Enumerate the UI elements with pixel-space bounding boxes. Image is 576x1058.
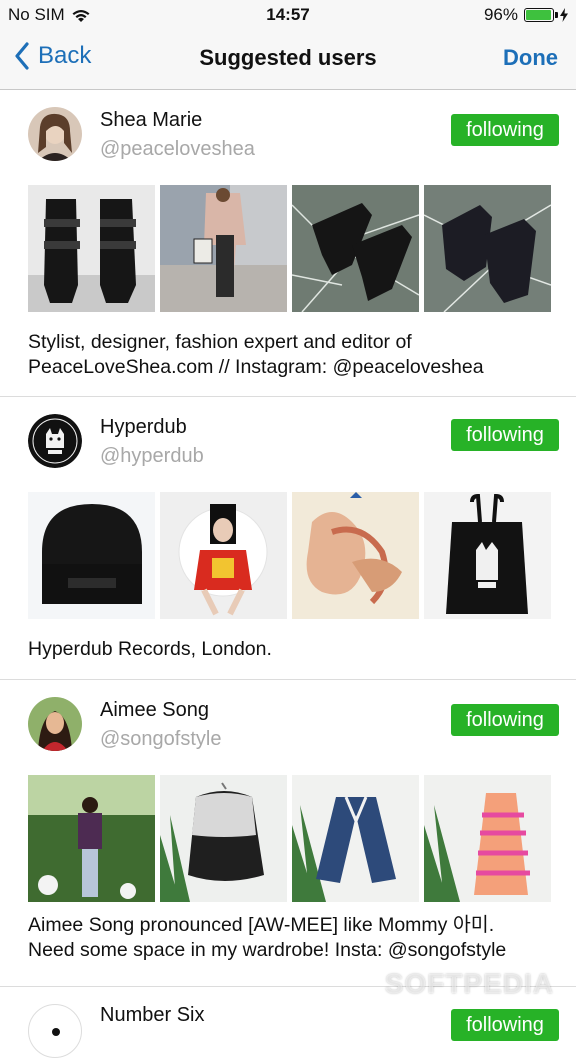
bio-line: Need some space in my wardrobe! Insta: @… <box>28 939 507 961</box>
following-button[interactable]: following <box>451 704 559 736</box>
user-handle: @hyperdub <box>100 445 204 467</box>
photo-thumbnail[interactable] <box>160 775 287 902</box>
photo-thumbnail[interactable] <box>28 492 155 619</box>
following-button[interactable]: following <box>451 114 559 146</box>
photo-thumbnail[interactable] <box>292 492 419 619</box>
user-name[interactable]: Hyperdub <box>100 416 187 439</box>
battery-icon <box>524 8 558 22</box>
watermark: SOFTPEDIA <box>384 968 554 999</box>
battery-percent: 96% <box>483 5 518 24</box>
user-card: Shea Marie @peaceloveshea following Styl… <box>0 90 576 397</box>
user-name[interactable]: Shea Marie <box>100 109 202 132</box>
user-bio: Aimee Song pronounced [AW-MEE] like Momm… <box>28 913 558 963</box>
avatar[interactable] <box>28 1004 82 1058</box>
user-handle: @peaceloveshea <box>100 138 255 160</box>
avatar[interactable] <box>28 697 82 751</box>
photo-thumbnail[interactable] <box>160 185 287 312</box>
photo-thumbnail[interactable] <box>28 775 155 902</box>
status-bar: No SIM 14:57 96% <box>0 0 576 30</box>
done-button[interactable]: Done <box>503 45 558 71</box>
photo-thumbnail[interactable] <box>160 492 287 619</box>
page-title: Suggested users <box>199 45 377 70</box>
user-handle: @songofstyle <box>100 728 222 750</box>
suggested-users-list: Shea Marie @peaceloveshea following Styl… <box>0 90 576 1058</box>
bio-line: Aimee Song pronounced [AW-MEE] like Momm… <box>28 914 495 936</box>
photo-thumbnail[interactable] <box>424 492 551 619</box>
photo-thumbnail[interactable] <box>424 185 551 312</box>
photo-thumbnail[interactable] <box>28 185 155 312</box>
charging-bolt-icon <box>560 8 568 22</box>
photo-strip <box>28 492 551 619</box>
user-card: Hyperdub @hyperdub following Hyperdub Re… <box>0 397 576 680</box>
avatar[interactable] <box>28 414 82 468</box>
photo-strip <box>28 185 551 312</box>
following-button[interactable]: following <box>451 419 559 451</box>
user-bio: Stylist, designer, fashion expert and ed… <box>28 330 558 380</box>
navigation-bar: Back Suggested users Done <box>0 30 576 90</box>
bio-line: PeaceLoveShea.com // Instagram: @peacelo… <box>28 356 484 378</box>
user-card: Aimee Song @songofstyle following Aimee … <box>0 680 576 987</box>
photo-thumbnail[interactable] <box>424 775 551 902</box>
bio-line: Hyperdub Records, London. <box>28 638 272 660</box>
bio-line: Stylist, designer, fashion expert and ed… <box>28 331 412 353</box>
following-button[interactable]: following <box>451 1009 559 1041</box>
user-name[interactable]: Aimee Song <box>100 699 209 722</box>
avatar[interactable] <box>28 107 82 161</box>
photo-thumbnail[interactable] <box>292 185 419 312</box>
photo-thumbnail[interactable] <box>292 775 419 902</box>
user-bio: Hyperdub Records, London. <box>28 637 558 662</box>
photo-strip <box>28 775 551 902</box>
